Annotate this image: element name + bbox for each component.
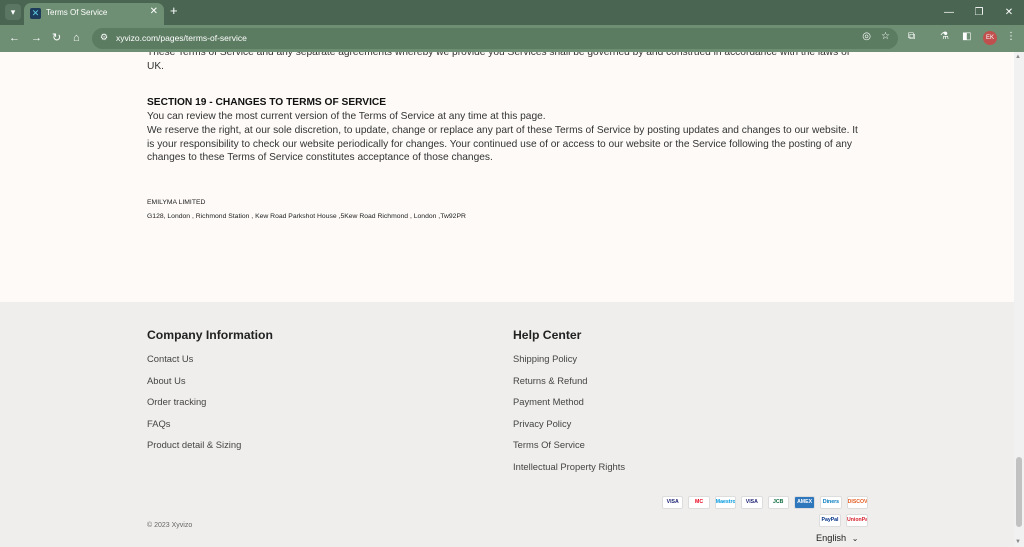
page-scrollbar[interactable]: ▲ ▼ [1014,52,1024,547]
jcb-icon: JCB [767,496,789,509]
visa-icon: VISA [662,496,684,509]
company-address: G128, London , Richmond Station , Kew Ro… [147,213,466,220]
section-paragraph-1: You can review the most current version … [147,111,546,122]
site-info-icon[interactable]: ⚙ [100,32,108,43]
footer-link-contact-us[interactable]: Contact Us [147,353,193,364]
governing-law-paragraph: These Terms of Service and any separate … [147,52,850,72]
language-label: English [816,533,847,543]
tab-title: Terms Of Service [46,8,108,17]
scroll-up-icon[interactable]: ▲ [1015,54,1021,60]
footer-link-intellectual-property[interactable]: Intellectual Property Rights [513,461,625,472]
section-19-title: SECTION 19 - CHANGES TO TERMS OF SERVICE [147,97,387,108]
home-icon[interactable]: ⌂ [73,31,80,45]
footer-link-about-us[interactable]: About Us [147,375,186,386]
reload-icon[interactable]: ↻ [52,31,61,45]
footer-link-order-tracking[interactable]: Order tracking [147,396,206,407]
scroll-down-icon[interactable]: ▼ [1015,539,1021,545]
menu-icon[interactable]: ⋮ [1006,31,1016,42]
profile-avatar[interactable]: EK [983,31,997,45]
footer-link-terms-of-service[interactable]: Terms Of Service [513,439,585,450]
tab-strip: ▾ ✕ Terms Of Service ✕ + — ❐ ✕ [0,0,1024,25]
footer-link-privacy-policy[interactable]: Privacy Policy [513,418,571,429]
address-bar[interactable]: ⚙ xyvizo.com/pages/terms-of-service ◎ ☆ [92,28,898,49]
url-text[interactable]: xyvizo.com/pages/terms-of-service [116,33,247,43]
close-window-icon[interactable]: ✕ [994,0,1024,25]
help-center-title: Help Center [513,328,582,342]
minimize-icon[interactable]: — [934,0,964,25]
discover-icon: DISCOVER [846,496,868,509]
maestro-icon: Maestro [714,496,737,509]
eye-off-icon[interactable]: ◎ [862,31,871,42]
footer-link-shipping-policy[interactable]: Shipping Policy [513,353,577,364]
company-info-title: Company Information [147,328,273,342]
paypal-icon: PayPal [819,514,841,527]
copyright-text: © 2023 Xyvizo [147,522,193,529]
scrollbar-thumb[interactable] [1016,457,1022,527]
chevron-down-icon: ⌄ [851,534,859,543]
visa-electron-icon: VISA [741,496,763,509]
diners-icon: Diners [820,496,842,509]
footer-link-faqs[interactable]: FAQs [147,418,170,429]
labs-icon[interactable]: ⚗ [940,31,949,42]
footer-link-returns-refund[interactable]: Returns & Refund [513,375,588,386]
star-icon[interactable]: ☆ [881,31,890,42]
browser-toolbar: ← → ↻ ⌂ ⚙ xyvizo.com/pages/terms-of-serv… [0,25,1024,52]
active-tab[interactable]: ✕ Terms Of Service ✕ [24,3,164,25]
mastercard-icon: MC [688,496,710,509]
new-tab-button[interactable]: + [170,4,178,18]
back-icon[interactable]: ← [9,31,20,45]
restore-icon[interactable]: ❐ [964,0,994,25]
amex-icon: AMEX [793,496,816,509]
window-controls: — ❐ ✕ [934,0,1024,25]
section-paragraph-2: We reserve the right, at our sole discre… [147,125,858,163]
site-favicon-icon: ✕ [30,8,41,19]
company-name: EMILYMA LIMITED [147,199,206,206]
payment-methods: VISA MC Maestro VISA JCB AMEX Diners DIS… [662,496,868,532]
forward-icon[interactable]: → [31,31,42,45]
side-panel-icon[interactable]: ◧ [962,31,971,42]
close-tab-icon[interactable]: ✕ [150,6,158,17]
tab-search-icon[interactable]: ▾ [5,4,21,20]
page-content: These Terms of Service and any separate … [0,52,1014,302]
language-selector[interactable]: English ⌄ [816,533,858,543]
unionpay-icon: UnionPay [846,514,868,527]
site-footer: Company Information Contact Us About Us … [0,302,1014,547]
extensions-icon[interactable]: ⧉ [908,31,915,42]
footer-link-payment-method[interactable]: Payment Method [513,396,584,407]
footer-link-product-detail[interactable]: Product detail & Sizing [147,439,241,450]
